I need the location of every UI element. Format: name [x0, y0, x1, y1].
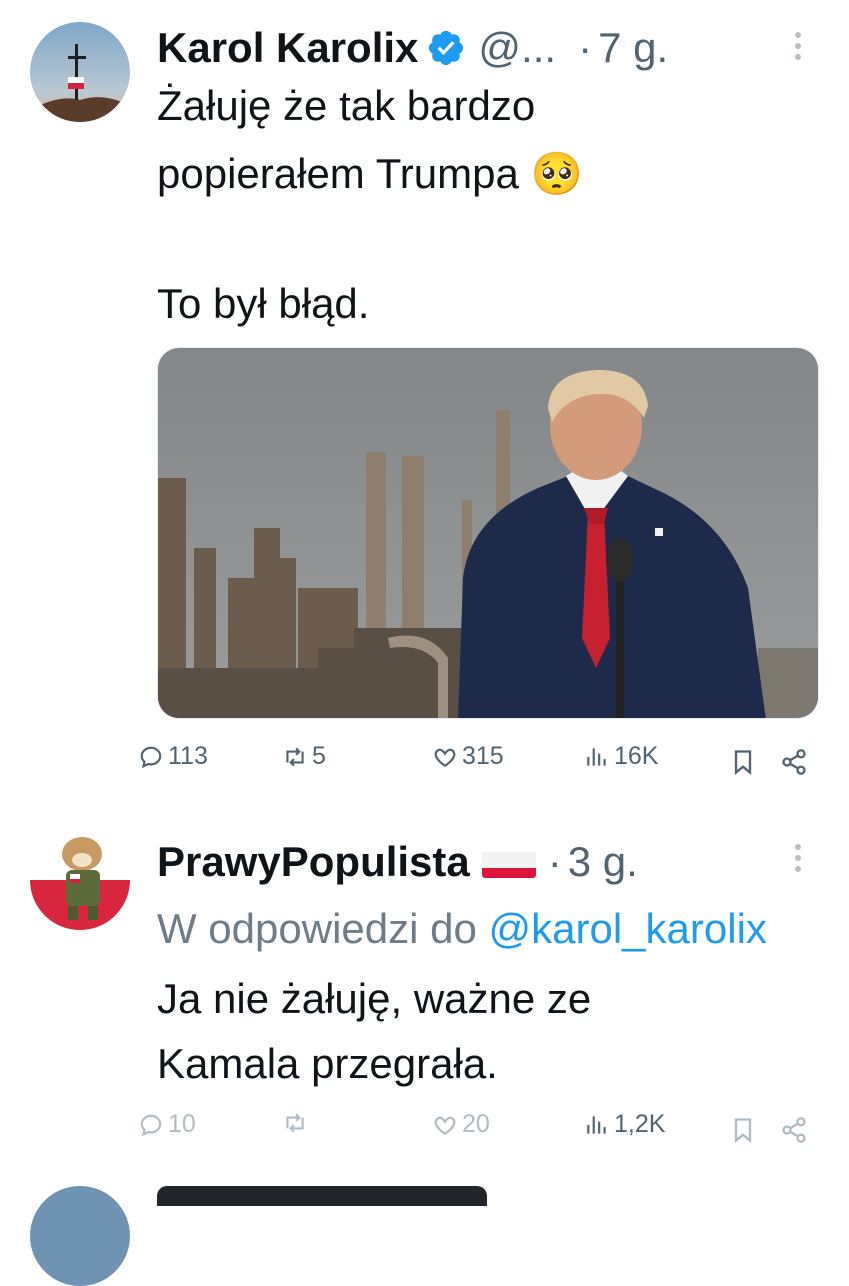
- more-options-icon[interactable]: [788, 26, 808, 66]
- repost-button[interactable]: [282, 1110, 312, 1136]
- display-name[interactable]: Karol Karolix: [157, 24, 418, 72]
- reply-count: 113: [168, 742, 208, 770]
- avatar-karol[interactable]: [30, 22, 130, 122]
- reply-icon: [140, 1114, 162, 1136]
- reply-mention-link[interactable]: @karol_karolix: [489, 905, 767, 952]
- timestamp[interactable]: 7 g.: [598, 24, 668, 72]
- tweet-text-line: Kamala przegrała.: [157, 1040, 498, 1087]
- like-count: 20: [462, 1110, 490, 1138]
- reply-icon: [140, 746, 162, 768]
- like-button[interactable]: 315: [432, 742, 504, 771]
- repost-icon: [286, 747, 304, 766]
- separator-dot: ·: [547, 838, 562, 885]
- tweet-text-line: To był błąd.: [157, 280, 370, 327]
- bookmark-icon[interactable]: [729, 1116, 757, 1144]
- display-name[interactable]: PrawyPopulista: [157, 838, 470, 886]
- handle[interactable]: @...: [478, 24, 556, 72]
- reply-button[interactable]: 10: [138, 1110, 196, 1139]
- verified-badge-icon: [429, 30, 464, 66]
- views-count: 1,2K: [614, 1110, 666, 1138]
- tweet2-actions: 10 20 1,2K: [0, 1110, 849, 1150]
- views-button[interactable]: 16K: [584, 742, 658, 771]
- like-button[interactable]: 20: [432, 1110, 490, 1139]
- repost-count: 5: [312, 742, 326, 770]
- heart-icon: [434, 748, 456, 767]
- next-tweet-avatar[interactable]: [30, 1186, 130, 1286]
- share-icon[interactable]: [780, 748, 808, 776]
- views-icon: [587, 747, 606, 766]
- timestamp[interactable]: 3 g.: [568, 838, 638, 886]
- reply-context: W odpowiedzi do @karol_karolix: [157, 905, 767, 953]
- avatar-prawypopulista[interactable]: [30, 830, 130, 930]
- tweet-karol[interactable]: Karol Karolix @... · 7 g. Żałuję że tak …: [0, 0, 849, 800]
- views-icon: [587, 1115, 606, 1134]
- bookmark-icon[interactable]: [729, 748, 757, 776]
- heart-icon: [434, 1116, 456, 1135]
- views-button[interactable]: 1,2K: [584, 1110, 665, 1139]
- tweet2-header: PrawyPopulista · 3 g.: [157, 836, 638, 888]
- reply-button[interactable]: 113: [138, 742, 208, 771]
- views-count: 16K: [614, 742, 659, 770]
- separator-dot: ·: [578, 24, 593, 71]
- repost-icon: [286, 1113, 304, 1133]
- tweet-image[interactable]: [157, 347, 819, 719]
- reply-count: 10: [168, 1110, 196, 1138]
- share-icon[interactable]: [780, 1116, 808, 1144]
- tweet-text-line: popierałem Trumpa 🥺: [157, 150, 583, 197]
- next-tweet-header-peek: [157, 1186, 487, 1206]
- like-count: 315: [462, 742, 504, 770]
- more-options-icon[interactable]: [788, 838, 808, 878]
- tweet-text-line: Ja nie żałuję, ważne ze: [157, 975, 592, 1022]
- tweet-actions: 113 5 315 16K: [0, 742, 849, 782]
- tweet-header: Karol Karolix @... · 7 g.: [157, 22, 668, 74]
- repost-button[interactable]: 5: [282, 742, 326, 771]
- reply-to-label: W odpowiedzi do: [157, 905, 489, 952]
- tweet-text-line: Żałuję że tak bardzo: [157, 82, 536, 129]
- poland-flag-icon: [481, 846, 536, 878]
